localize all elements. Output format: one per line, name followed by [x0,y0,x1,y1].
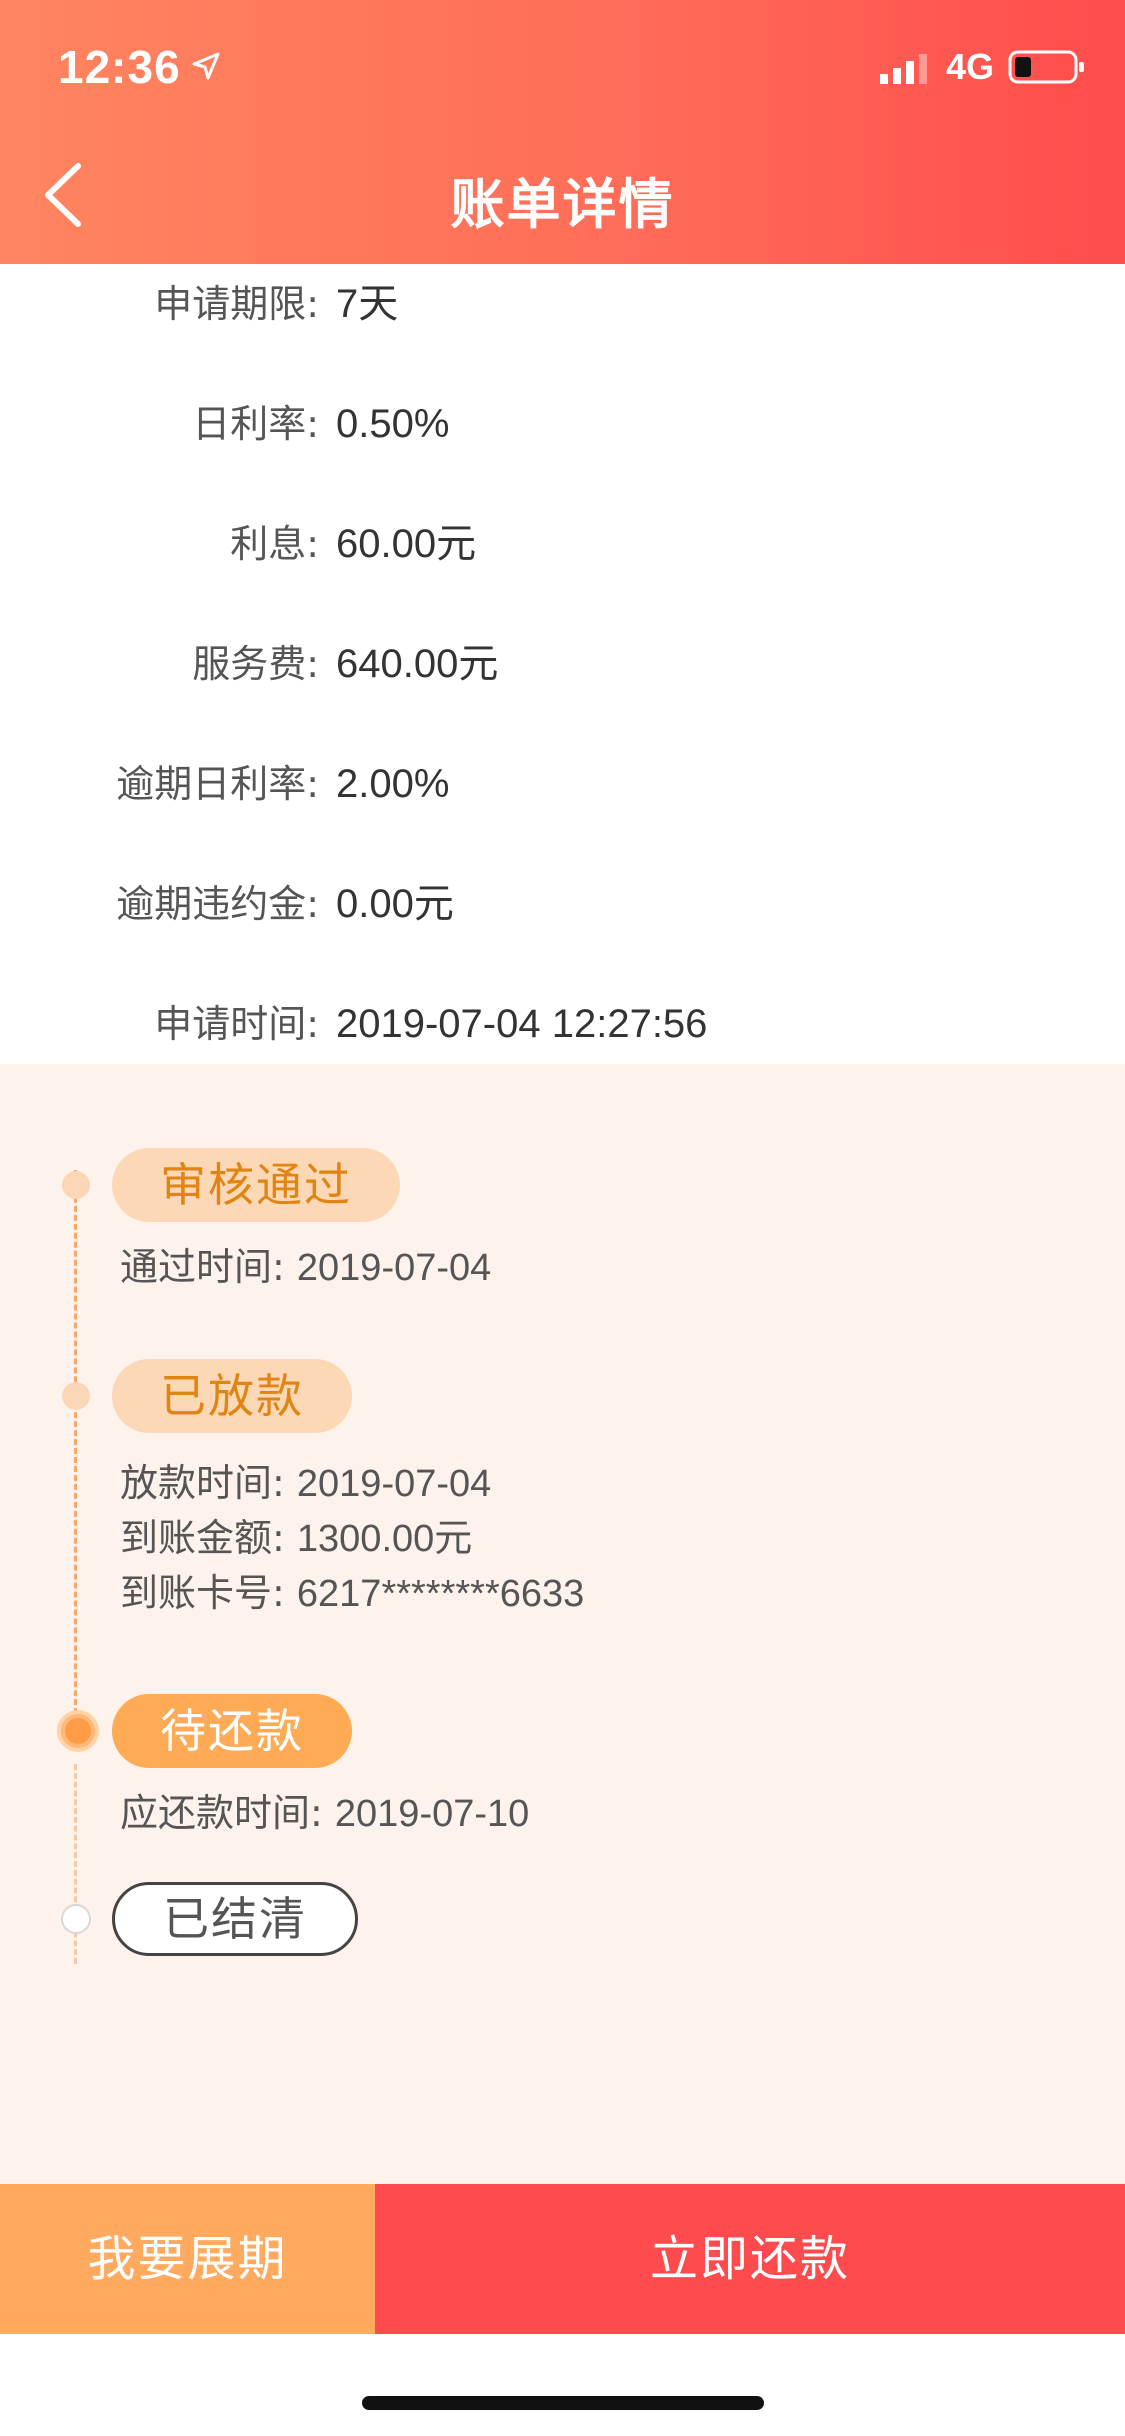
bill-details: 申请期限: 7天 日利率: 0.50% 利息: 60.00元 服务费: 640.… [0,264,1125,1064]
detail-row-term: 申请期限: 7天 [0,264,1125,344]
detail-row-service-fee: 服务费: 640.00元 [0,624,1125,704]
timeline-detail: 通过时间: 2019-07-04 [120,1245,492,1289]
progress-timeline: 审核通过 通过时间: 2019-07-04 已放款 放款时间: 2019-07-… [0,1064,1125,2184]
detail-value: 2019-07-04 12:27:56 [336,1002,708,1046]
detail-value: 60.00元 [336,522,477,566]
status-badge-approved: 审核通过 [112,1148,400,1222]
detail-value: 0.00元 [336,882,454,926]
battery-icon [1008,50,1084,84]
timeline-connector [74,1170,77,1750]
detail-value: 7天 [336,282,399,326]
detail-row-overdue-penalty: 逾期违约金: 0.00元 [0,864,1125,944]
header-bar: 12:36 4G 账单详情 [0,0,1125,264]
status-badge-settled: 已结清 [112,1882,358,1956]
detail-label: 服务费: [192,642,319,686]
timeline-dot-completed [62,1382,90,1410]
status-badge-disbursed: 已放款 [112,1359,352,1433]
timeline-detail: 应还款时间: 2019-07-10 [120,1791,530,1835]
timeline-detail: 到账卡号: 6217********6633 [120,1571,585,1615]
detail-label: 申请时间: [154,1002,319,1046]
repay-now-button[interactable]: 立即还款 [375,2184,1125,2334]
timeline-dot-current [57,1710,99,1752]
detail-label: 逾期日利率: [116,762,319,806]
timeline-detail: 放款时间: 2019-07-04 [120,1461,492,1505]
detail-value: 0.50% [336,402,450,446]
home-indicator[interactable] [362,2396,764,2410]
detail-label: 日利率: [192,402,319,446]
timeline-detail: 到账金额: 1300.00元 [120,1516,473,1560]
timeline-connector-pending [74,1764,77,1964]
detail-label: 逾期违约金: [116,882,319,926]
detail-row-interest: 利息: 60.00元 [0,504,1125,584]
network-type: 4G [946,46,995,87]
detail-label: 申请期限: [154,282,319,326]
detail-row-daily-rate: 日利率: 0.50% [0,384,1125,464]
location-arrow-icon [192,52,220,80]
detail-value: 2.00% [336,762,450,806]
page-title: 账单详情 [450,173,675,236]
detail-row-apply-time: 申请时间: 2019-07-04 12:27:56 [0,984,1125,1064]
status-badge-pending-repayment: 待还款 [112,1694,352,1768]
timeline-dot-upcoming [61,1904,91,1934]
detail-value: 640.00元 [336,642,499,686]
timeline-dot-completed [62,1171,90,1199]
detail-label: 利息: [230,522,319,566]
status-time: 12:36 [58,41,181,93]
signal-strength-icon [880,54,927,84]
detail-row-overdue-rate: 逾期日利率: 2.00% [0,744,1125,824]
extend-loan-button[interactable]: 我要展期 [0,2184,375,2334]
